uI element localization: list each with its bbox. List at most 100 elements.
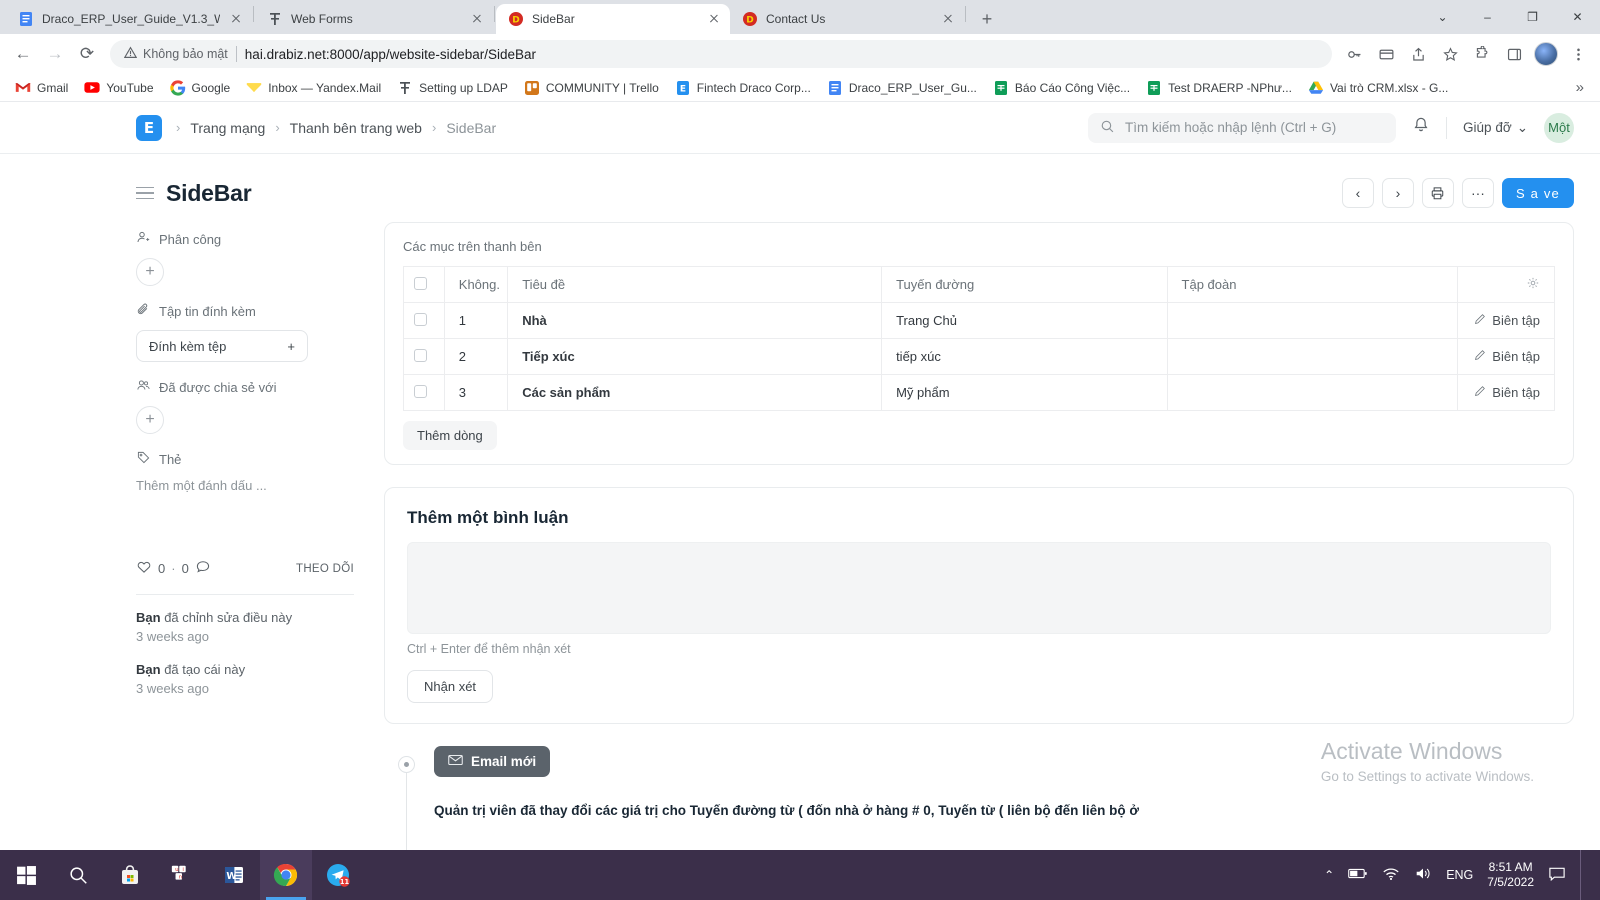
avatar[interactable]: Một bbox=[1544, 112, 1574, 143]
window-maximize-button[interactable]: ❐ bbox=[1510, 0, 1555, 34]
store-button[interactable] bbox=[104, 850, 156, 900]
bookmark-draco-erp-user-guide[interactable]: Draco_ERP_User_Gu... bbox=[820, 77, 984, 99]
bookmark-test-draerp[interactable]: Test DRAERP -NPhư... bbox=[1139, 77, 1299, 99]
not-secure-indicator[interactable]: Không bảo mật bbox=[123, 46, 228, 62]
column-header-group[interactable]: Tập đoàn bbox=[1166, 266, 1458, 303]
bookmark-yandex-mail[interactable]: Inbox — Yandex.Mail bbox=[239, 77, 388, 99]
new-tab-button[interactable]: + bbox=[973, 5, 1001, 33]
browser-tab-2[interactable]: D SideBar bbox=[496, 4, 730, 34]
browser-tab-1[interactable]: Web Forms bbox=[255, 4, 493, 34]
table-row[interactable]: 2 Tiếp xúc tiếp xúc Biên tập bbox=[403, 338, 1556, 375]
cell-route[interactable]: Trang Chủ bbox=[881, 302, 1168, 339]
more-menu-button[interactable]: ··· bbox=[1461, 178, 1494, 208]
table-row[interactable]: 3 Các sản phẩm Mỹ phẩm Biên tập bbox=[403, 374, 1556, 411]
sidepanel-icon[interactable] bbox=[1500, 40, 1528, 68]
bookmark-bao-cao-cong-viec[interactable]: Báo Cáo Công Việc... bbox=[986, 77, 1137, 99]
notification-icon[interactable] bbox=[1548, 866, 1566, 885]
back-button[interactable]: ← bbox=[8, 39, 38, 69]
cell-title[interactable]: Tiếp xúc bbox=[507, 338, 883, 375]
clock[interactable]: 8:51 AM 7/5/2022 bbox=[1487, 860, 1534, 890]
key-icon[interactable] bbox=[1340, 40, 1368, 68]
attach-file-button[interactable]: Đính kèm tệp + bbox=[136, 330, 308, 362]
cell-title[interactable]: Các sản phẩm bbox=[507, 374, 883, 411]
language-indicator[interactable]: ENG bbox=[1446, 868, 1473, 882]
telegram-button[interactable]: 11 bbox=[312, 850, 364, 900]
browser-tab-3[interactable]: D Contact Us bbox=[730, 4, 964, 34]
row-checkbox[interactable] bbox=[414, 348, 427, 362]
submit-comment-button[interactable]: Nhận xét bbox=[407, 670, 494, 703]
window-close-button[interactable]: ✕ bbox=[1555, 0, 1600, 34]
bookmark-vai-tro-crm[interactable]: Vai trò CRM.xlsx - G... bbox=[1301, 77, 1455, 99]
chrome-button[interactable] bbox=[260, 850, 312, 900]
gear-icon[interactable] bbox=[1526, 277, 1540, 293]
bookmark-fintech-draco[interactable]: E Fintech Draco Corp... bbox=[668, 77, 818, 99]
chrome-menu-icon[interactable] bbox=[1564, 40, 1592, 68]
comment-counter[interactable]: 0 bbox=[182, 559, 211, 578]
add-tag-button[interactable]: Thêm một đánh dấu ... bbox=[136, 478, 354, 493]
word-button[interactable]: W bbox=[208, 850, 260, 900]
column-header-title[interactable]: Tiêu đề bbox=[507, 266, 883, 303]
notifications-bell-icon[interactable] bbox=[1412, 116, 1430, 139]
cell-route[interactable]: tiếp xúc bbox=[881, 338, 1168, 375]
select-all-checkbox[interactable] bbox=[414, 276, 427, 290]
start-button[interactable] bbox=[0, 850, 52, 900]
row-checkbox[interactable] bbox=[414, 312, 427, 326]
cell-group[interactable] bbox=[1166, 302, 1458, 339]
table-row[interactable]: 1 Nhà Trang Chủ Biên tập bbox=[403, 302, 1556, 339]
cell-group[interactable] bbox=[1166, 374, 1458, 411]
edit-row-button[interactable]: Biên tập bbox=[1472, 385, 1540, 400]
awesomebar-search[interactable]: Tìm kiếm hoặc nhập lệnh (Ctrl + G) bbox=[1088, 112, 1397, 143]
reload-button[interactable]: ⟳ bbox=[72, 39, 102, 69]
breadcrumb-item-1[interactable]: Thanh bên trang web bbox=[290, 120, 422, 136]
unikey-button[interactable]: uin bbox=[156, 850, 208, 900]
browser-tab-0[interactable]: Draco_ERP_User_Guide_V1.3_Web bbox=[6, 4, 252, 34]
profile-avatar[interactable] bbox=[1532, 40, 1560, 68]
address-bar[interactable]: Không bảo mật hai.drabiz.net:8000/app/we… bbox=[110, 40, 1332, 68]
add-share-button[interactable]: + bbox=[136, 406, 164, 434]
bookmark-gmail[interactable]: Gmail bbox=[8, 77, 75, 99]
bookmarks-overflow-button[interactable]: » bbox=[1568, 79, 1592, 96]
sidebar-toggle-icon[interactable] bbox=[136, 186, 154, 200]
save-button[interactable]: S a ve bbox=[1501, 178, 1574, 208]
edit-row-button[interactable]: Biên tập bbox=[1472, 349, 1540, 364]
app-logo[interactable]: E bbox=[136, 114, 162, 141]
tab-search-icon[interactable]: ⌄ bbox=[1420, 0, 1465, 34]
add-assignment-button[interactable]: + bbox=[136, 258, 164, 286]
window-minimize-button[interactable]: – bbox=[1465, 0, 1510, 34]
extensions-icon[interactable] bbox=[1468, 40, 1496, 68]
cell-group[interactable] bbox=[1166, 338, 1458, 375]
star-icon[interactable] bbox=[1436, 40, 1464, 68]
tray-expand-icon[interactable]: ⌃ bbox=[1324, 868, 1334, 882]
share-icon[interactable] bbox=[1404, 40, 1432, 68]
bookmark-google[interactable]: Google bbox=[163, 77, 238, 99]
tab-close-icon[interactable] bbox=[228, 11, 244, 27]
add-row-button[interactable]: Thêm dòng bbox=[403, 421, 497, 450]
edit-row-button[interactable]: Biên tập bbox=[1472, 313, 1540, 328]
prev-document-button[interactable]: ‹ bbox=[1341, 178, 1374, 208]
breadcrumb-item-0[interactable]: Trang mạng bbox=[190, 120, 265, 136]
battery-icon[interactable] bbox=[1348, 867, 1368, 883]
column-header-settings[interactable] bbox=[1456, 266, 1556, 303]
volume-icon[interactable] bbox=[1414, 866, 1432, 884]
search-button[interactable] bbox=[52, 850, 104, 900]
comment-input[interactable] bbox=[407, 542, 1551, 634]
like-counter[interactable]: 0 bbox=[136, 559, 165, 578]
tab-close-icon[interactable] bbox=[706, 11, 722, 27]
cell-title[interactable]: Nhà bbox=[507, 302, 883, 339]
wifi-icon[interactable] bbox=[1382, 867, 1400, 884]
tab-close-icon[interactable] bbox=[940, 11, 956, 27]
help-dropdown[interactable]: Giúp đỡ ⌄ bbox=[1463, 120, 1528, 136]
next-document-button[interactable]: › bbox=[1381, 178, 1414, 208]
new-email-button[interactable]: Email mới bbox=[434, 746, 551, 777]
follow-button[interactable]: THEO DÕI bbox=[296, 563, 354, 575]
forward-button[interactable]: → bbox=[40, 39, 70, 69]
column-header-no[interactable]: Không. bbox=[443, 266, 509, 303]
bookmark-setting-up-ldap[interactable]: Setting up LDAP bbox=[390, 77, 515, 99]
column-header-route[interactable]: Tuyến đường bbox=[881, 266, 1168, 303]
bookmark-youtube[interactable]: YouTube bbox=[77, 77, 160, 99]
bookmark-trello[interactable]: COMMUNITY | Trello bbox=[517, 77, 666, 99]
tab-close-icon[interactable] bbox=[469, 11, 485, 27]
row-checkbox[interactable] bbox=[414, 384, 427, 398]
show-desktop-button[interactable] bbox=[1580, 850, 1590, 900]
cards-icon[interactable] bbox=[1372, 40, 1400, 68]
